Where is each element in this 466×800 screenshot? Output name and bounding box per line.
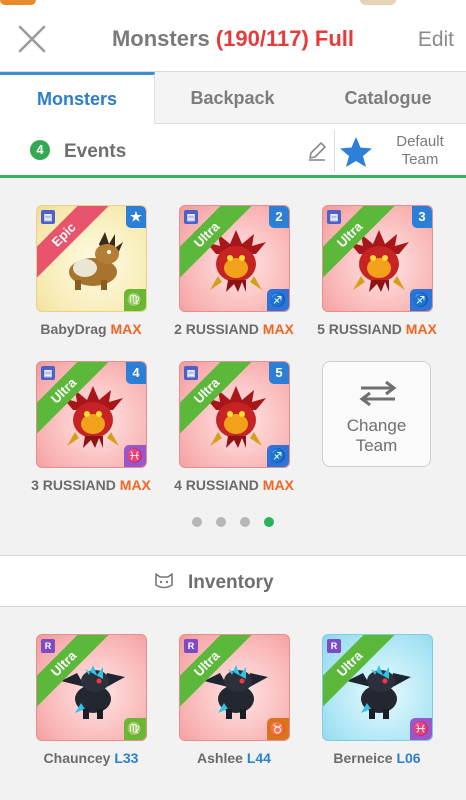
sagittarius-icon: ♐ xyxy=(410,289,432,311)
divider xyxy=(334,130,335,172)
team-monster-caption: BabyDrag MAX xyxy=(16,321,166,337)
monster-level: L33 xyxy=(114,750,139,766)
tab-bar: Monsters Backpack Catalogue xyxy=(0,72,466,124)
team-monster-caption: 5 RUSSIAND MAX xyxy=(302,321,452,337)
rank-icon: R xyxy=(41,639,55,653)
change-team-button[interactable]: Change Team xyxy=(322,361,431,467)
page-dot-active[interactable] xyxy=(264,517,274,527)
page-dot[interactable] xyxy=(240,517,250,527)
team-monster-card[interactable]: Ultra ▤ 4 ♓ xyxy=(36,361,147,468)
close-icon xyxy=(18,25,46,53)
card-info-icon: ▤ xyxy=(41,366,55,380)
cat-face-icon xyxy=(155,573,173,589)
events-bar: 4 Events Default Team xyxy=(0,124,466,178)
inventory-label: Inventory xyxy=(188,572,274,593)
monster-name: 5 RUSSIAND xyxy=(317,321,402,337)
max-label: MAX xyxy=(262,321,294,337)
change-team-line2: Team xyxy=(355,436,398,455)
edit-button[interactable]: Edit xyxy=(418,28,454,52)
team-monster-card[interactable]: Ultra ▤ 3 ♐ xyxy=(322,205,433,312)
swap-arrows-icon xyxy=(359,380,397,406)
header-bar: Monsters (190/117) Full Edit xyxy=(0,6,466,72)
monster-count: (190/117) Full xyxy=(215,26,355,51)
status-indicator xyxy=(360,0,396,5)
slot-badge: 4 xyxy=(126,362,146,384)
team-monster-card[interactable]: Epic ▤ ★ ♍ xyxy=(36,205,147,312)
events-link[interactable]: Events xyxy=(64,141,126,163)
inventory-monster-caption: Berneice L06 xyxy=(302,750,452,766)
sagittarius-icon: ♐ xyxy=(267,445,289,467)
pisces-icon: ♓ xyxy=(410,718,432,740)
rank-icon: R xyxy=(184,639,198,653)
sagittarius-icon: ♐ xyxy=(267,289,289,311)
inventory-monster-card[interactable]: Ultra R ♍ xyxy=(36,634,147,741)
slot-badge: ★ xyxy=(126,206,146,228)
page-title-text: Monsters xyxy=(111,26,210,51)
tab-monsters[interactable]: Monsters xyxy=(0,72,155,124)
default-team-line1: Default xyxy=(396,133,444,150)
page-dot[interactable] xyxy=(192,517,202,527)
rank-icon: R xyxy=(327,639,341,653)
monster-name: 4 RUSSIAND xyxy=(174,477,259,493)
page-dot[interactable] xyxy=(216,517,226,527)
card-info-icon: ▤ xyxy=(41,210,55,224)
events-count-badge: 4 xyxy=(30,140,50,160)
monster-name: 3 RUSSIAND xyxy=(31,477,116,493)
inventory-monster-caption: Chauncey L33 xyxy=(16,750,166,766)
close-button[interactable] xyxy=(16,23,48,55)
default-team-star-button[interactable] xyxy=(339,136,373,168)
team-monster-card[interactable]: Ultra ▤ 5 ♐ xyxy=(179,361,290,468)
pencil-icon xyxy=(309,142,326,161)
pisces-icon: ♓ xyxy=(124,445,146,467)
monster-level: L06 xyxy=(396,750,421,766)
monster-name: BabyDrag xyxy=(40,321,107,337)
monster-level: L44 xyxy=(246,750,271,766)
status-indicator xyxy=(0,0,36,5)
change-team-label: Change Team xyxy=(323,416,430,456)
max-label: MAX xyxy=(405,321,437,337)
card-info-icon: ▤ xyxy=(184,366,198,380)
virgo-icon: ♍ xyxy=(124,289,146,311)
change-team-line1: Change xyxy=(346,416,407,435)
max-label: MAX xyxy=(262,477,294,493)
taurus-icon: ♉ xyxy=(267,718,289,740)
star-icon xyxy=(340,137,372,167)
inventory-monster-card[interactable]: Ultra R ♓ xyxy=(322,634,433,741)
max-label: MAX xyxy=(119,477,151,493)
star-icon: ★ xyxy=(130,209,142,224)
tab-backpack[interactable]: Backpack xyxy=(155,72,310,124)
default-team-line2: Team xyxy=(401,151,439,168)
slot-badge: 2 xyxy=(269,206,289,228)
slot-badge: 3 xyxy=(412,206,432,228)
edit-team-name-button[interactable] xyxy=(306,140,328,162)
monster-name: Chauncey xyxy=(43,750,111,766)
virgo-icon: ♍ xyxy=(124,718,146,740)
page-title: Monsters (190/117) Full xyxy=(0,26,466,52)
monster-name: Berneice xyxy=(333,750,393,766)
card-info-icon: ▤ xyxy=(184,210,198,224)
default-team-label[interactable]: Default Team xyxy=(378,133,462,169)
max-label: MAX xyxy=(110,321,142,337)
card-info-icon: ▤ xyxy=(327,210,341,224)
inventory-monster-caption: Ashlee L44 xyxy=(159,750,309,766)
tab-catalogue[interactable]: Catalogue xyxy=(310,72,466,124)
monster-name: 2 RUSSIAND xyxy=(174,321,259,337)
team-monster-caption: 2 RUSSIAND MAX xyxy=(159,321,309,337)
monster-name: Ashlee xyxy=(197,750,243,766)
slot-badge: 5 xyxy=(269,362,289,384)
inventory-monster-card[interactable]: Ultra R ♉ xyxy=(179,634,290,741)
team-monster-caption: 3 RUSSIAND MAX xyxy=(16,477,166,493)
team-monster-caption: 4 RUSSIAND MAX xyxy=(159,477,309,493)
inventory-header: Inventory xyxy=(0,555,466,607)
team-monster-card[interactable]: Ultra ▤ 2 ♐ xyxy=(179,205,290,312)
